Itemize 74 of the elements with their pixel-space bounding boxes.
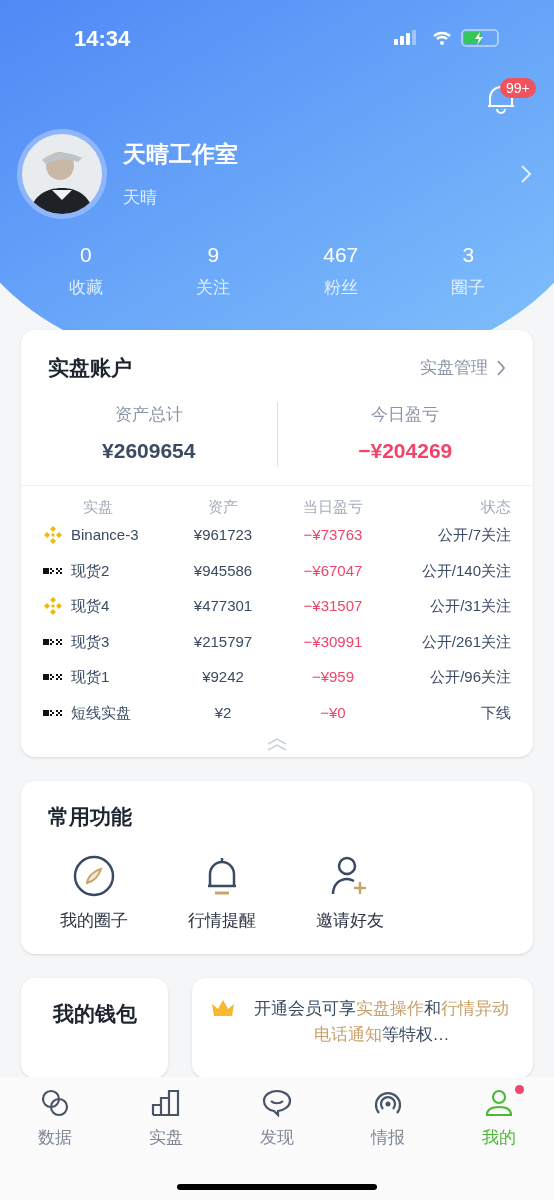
status-time: 14:34 (74, 24, 131, 53)
table-cell-text: ¥961723 (192, 525, 254, 545)
feature-item[interactable]: 我的圈子 (50, 854, 138, 934)
table-cell-text: −¥67047 (302, 560, 364, 581)
block-logo-icon (43, 708, 63, 717)
block-logo-icon (43, 566, 63, 575)
table-cell-text: 下线 (480, 702, 511, 723)
card-title: 常用功能 (48, 803, 133, 830)
chevron-right-icon[interactable] (496, 358, 506, 377)
table-cell-text: 现货3 (71, 631, 110, 652)
battery-icon (461, 29, 499, 47)
table-cell-text: 现货1 (71, 667, 110, 687)
stat-value: 9 (207, 242, 220, 268)
stat-label[interactable]: 收藏 (68, 274, 103, 300)
wallet-card[interactable]: 我的钱包 (21, 977, 168, 1078)
feature-item[interactable]: 行情提醒 (178, 854, 266, 934)
tab[interactable]: 数据 (0, 1089, 111, 1151)
chat-icon (262, 1089, 292, 1117)
table-cell-text: ¥9242 (201, 667, 245, 687)
stat-label[interactable]: 粉丝 (323, 274, 358, 300)
table-cell-text: Binance-3 (71, 525, 139, 545)
table-cell-text: 公开/96关注 (429, 667, 511, 687)
stat-value: 467 (323, 242, 359, 268)
feature-item[interactable]: 邀请好友 (306, 854, 394, 934)
compass-icon (72, 854, 116, 898)
user-icon (483, 1089, 514, 1117)
block-logo-icon (43, 637, 63, 646)
promo-card[interactable]: 开通会员可享实盘操作和行情异动电话通知等特权… (192, 977, 533, 1078)
profile-handle: 天晴 (123, 187, 158, 209)
notification-badge: 99+ (500, 78, 536, 98)
column-header: 实盘 (82, 496, 114, 517)
collapse-icon[interactable] (266, 736, 288, 751)
table-cell-text: 短线实盘 (71, 702, 131, 723)
block-logo-icon (43, 673, 63, 682)
table-cell-text: 现货2 (71, 560, 110, 581)
table-cell-text: 公开/31关注 (429, 596, 511, 616)
column-header: 资产 (207, 496, 239, 517)
column-header: 当日盈亏 (302, 496, 364, 517)
table-cell-text: ¥945586 (192, 560, 254, 581)
table-cell-text: ¥477301 (192, 596, 254, 616)
table-cell-text: 公开/140关注 (420, 560, 511, 581)
table-cell-text: ¥215797 (192, 631, 254, 652)
diamond-logo-icon (43, 525, 63, 546)
tab[interactable]: 实盘 (110, 1089, 222, 1151)
table-cell-text: −¥30991 (302, 631, 364, 652)
card-title: 实盘账户 (48, 355, 132, 381)
wifi-icon (432, 31, 452, 45)
summary-label: 资产总计 (114, 403, 183, 426)
table-cell-text: 公开/261关注 (420, 631, 511, 652)
tab[interactable]: 我的 (443, 1089, 554, 1151)
diamond-logo-icon (43, 596, 63, 617)
tab[interactable]: 发现 (221, 1089, 333, 1151)
table-cell-text: −¥0 (319, 702, 347, 723)
stat-label[interactable]: 圈子 (451, 274, 486, 300)
stat-value: 0 (79, 242, 92, 268)
signal-icon (394, 30, 416, 45)
table-cell-text: −¥31507 (302, 596, 364, 616)
stat-label[interactable]: 关注 (196, 274, 231, 300)
table-cell-text: −¥959 (310, 667, 356, 687)
table-cell-text: 公开/7关注 (437, 525, 511, 545)
table-cell-text: 现货4 (71, 596, 110, 616)
column-header: 状态 (480, 496, 511, 517)
summary-value: ¥2609654 (102, 438, 196, 464)
summary-value: −¥204269 (358, 438, 453, 464)
summary-label: 今日盈亏 (371, 403, 440, 426)
profile-name: 天晴工作室 (123, 139, 239, 169)
tab[interactable]: 情报 (332, 1089, 444, 1151)
table-cell-text: −¥73763 (302, 525, 364, 545)
promo-text: 开通会员可享实盘操作和行情异动电话通知等特权… (253, 997, 510, 1046)
table-cell-text: ¥2 (213, 702, 233, 723)
circles-icon (41, 1089, 70, 1117)
stat-value: 3 (462, 242, 475, 268)
bar-chart-icon (151, 1089, 182, 1117)
manage-link[interactable]: 实盘管理 (420, 355, 488, 381)
